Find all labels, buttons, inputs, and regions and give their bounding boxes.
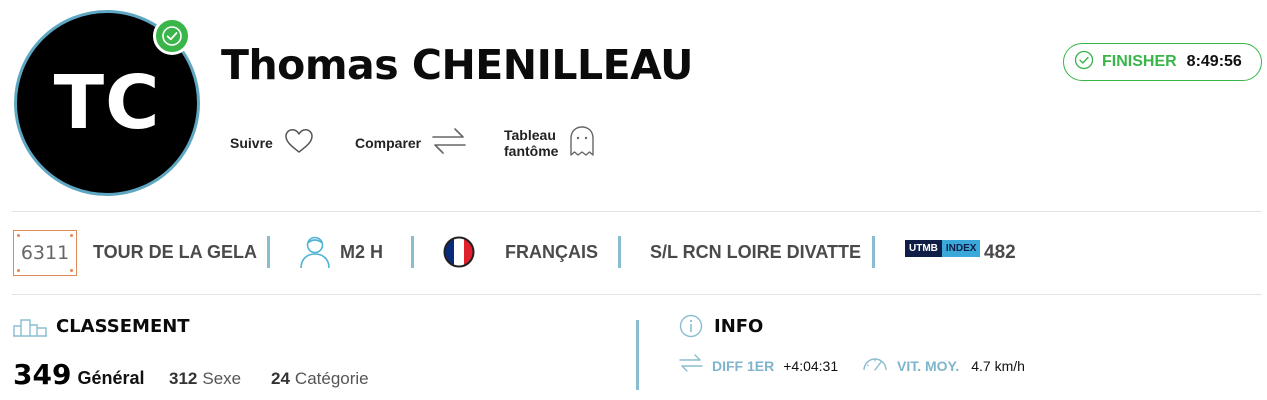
- runner-info-bar: 6311 TOUR DE LA GELA M2 H FRANÇAIS S/L R…: [0, 230, 1267, 276]
- finisher-label: FINISHER: [1102, 53, 1177, 70]
- category: M2 H: [340, 242, 384, 262]
- rank-categorie-label: Catégorie: [294, 369, 369, 388]
- finish-time: 8:49:56: [1186, 53, 1242, 70]
- divider-top: [12, 211, 1262, 212]
- utmb-index-logo-part2: INDEX: [941, 240, 981, 257]
- separator: [872, 236, 875, 268]
- check-circle-icon: [1074, 50, 1094, 75]
- rank-general-value: 349: [13, 358, 72, 391]
- heart-icon: [283, 127, 315, 160]
- compare-button[interactable]: Comparer: [355, 125, 467, 161]
- diff-first-label: DIFF 1ER: [712, 357, 775, 374]
- separator: [411, 236, 414, 268]
- ranking-icon: [13, 317, 47, 342]
- diff-first-value: +4:04:31: [783, 357, 839, 374]
- compare-label: Comparer: [355, 135, 422, 151]
- rank-general: 349 Général: [13, 358, 145, 391]
- info-title: INFO: [714, 316, 764, 337]
- rank-categorie-value: 24: [271, 369, 290, 388]
- utmb-index-logo-part1: UTMB: [905, 240, 942, 257]
- club-name: S/L RCN LOIRE DIVATTE: [650, 242, 862, 262]
- average-speed-value: 4.7 km/h: [971, 357, 1025, 374]
- verified-check-icon: [153, 17, 191, 55]
- speedometer-icon: [862, 353, 888, 378]
- rank-sexe-label: Sexe: [202, 369, 242, 388]
- ranking-title: CLASSEMENT: [56, 316, 190, 337]
- bib-number: 6311: [20, 242, 70, 264]
- nationality: FRANÇAIS: [505, 242, 598, 262]
- separator: [618, 236, 621, 268]
- column-separator: [636, 320, 639, 390]
- rank-categorie: 24 Catégorie: [271, 369, 369, 389]
- compare-arrows-icon: [431, 126, 467, 161]
- bib-badge: 6311: [13, 230, 77, 276]
- follow-label: Suivre: [230, 135, 273, 151]
- race-name: TOUR DE LA GELA: [93, 242, 258, 262]
- ghost-table-label: Tableau fantôme: [504, 127, 559, 159]
- utmb-index-logo: UTMB INDEX: [905, 240, 981, 257]
- france-flag-icon: [443, 236, 475, 273]
- diff-first: DIFF 1ER +4:04:31: [679, 353, 838, 378]
- runner-category-icon: [298, 234, 332, 275]
- separator: [267, 236, 270, 268]
- compare-arrows-icon: [679, 353, 703, 378]
- divider-bottom: [12, 294, 1262, 295]
- utmb-index-value: 482: [984, 242, 1016, 263]
- rank-sexe-value: 312: [169, 369, 198, 388]
- finisher-badge: FINISHER 8:49:56: [1063, 43, 1262, 81]
- ghost-icon: [568, 125, 596, 162]
- average-speed: VIT. MOY. 4.7 km/h: [862, 353, 1025, 378]
- avatar-initials: TC: [53, 60, 161, 146]
- info-icon: [679, 314, 703, 343]
- average-speed-label: VIT. MOY.: [897, 357, 960, 374]
- ghost-table-button[interactable]: Tableau fantôme: [504, 125, 596, 161]
- runner-name: Thomas CHENILLEAU: [221, 41, 693, 89]
- follow-button[interactable]: Suivre: [230, 125, 315, 161]
- rank-sexe: 312 Sexe: [169, 369, 241, 389]
- rank-general-label: Général: [77, 368, 145, 388]
